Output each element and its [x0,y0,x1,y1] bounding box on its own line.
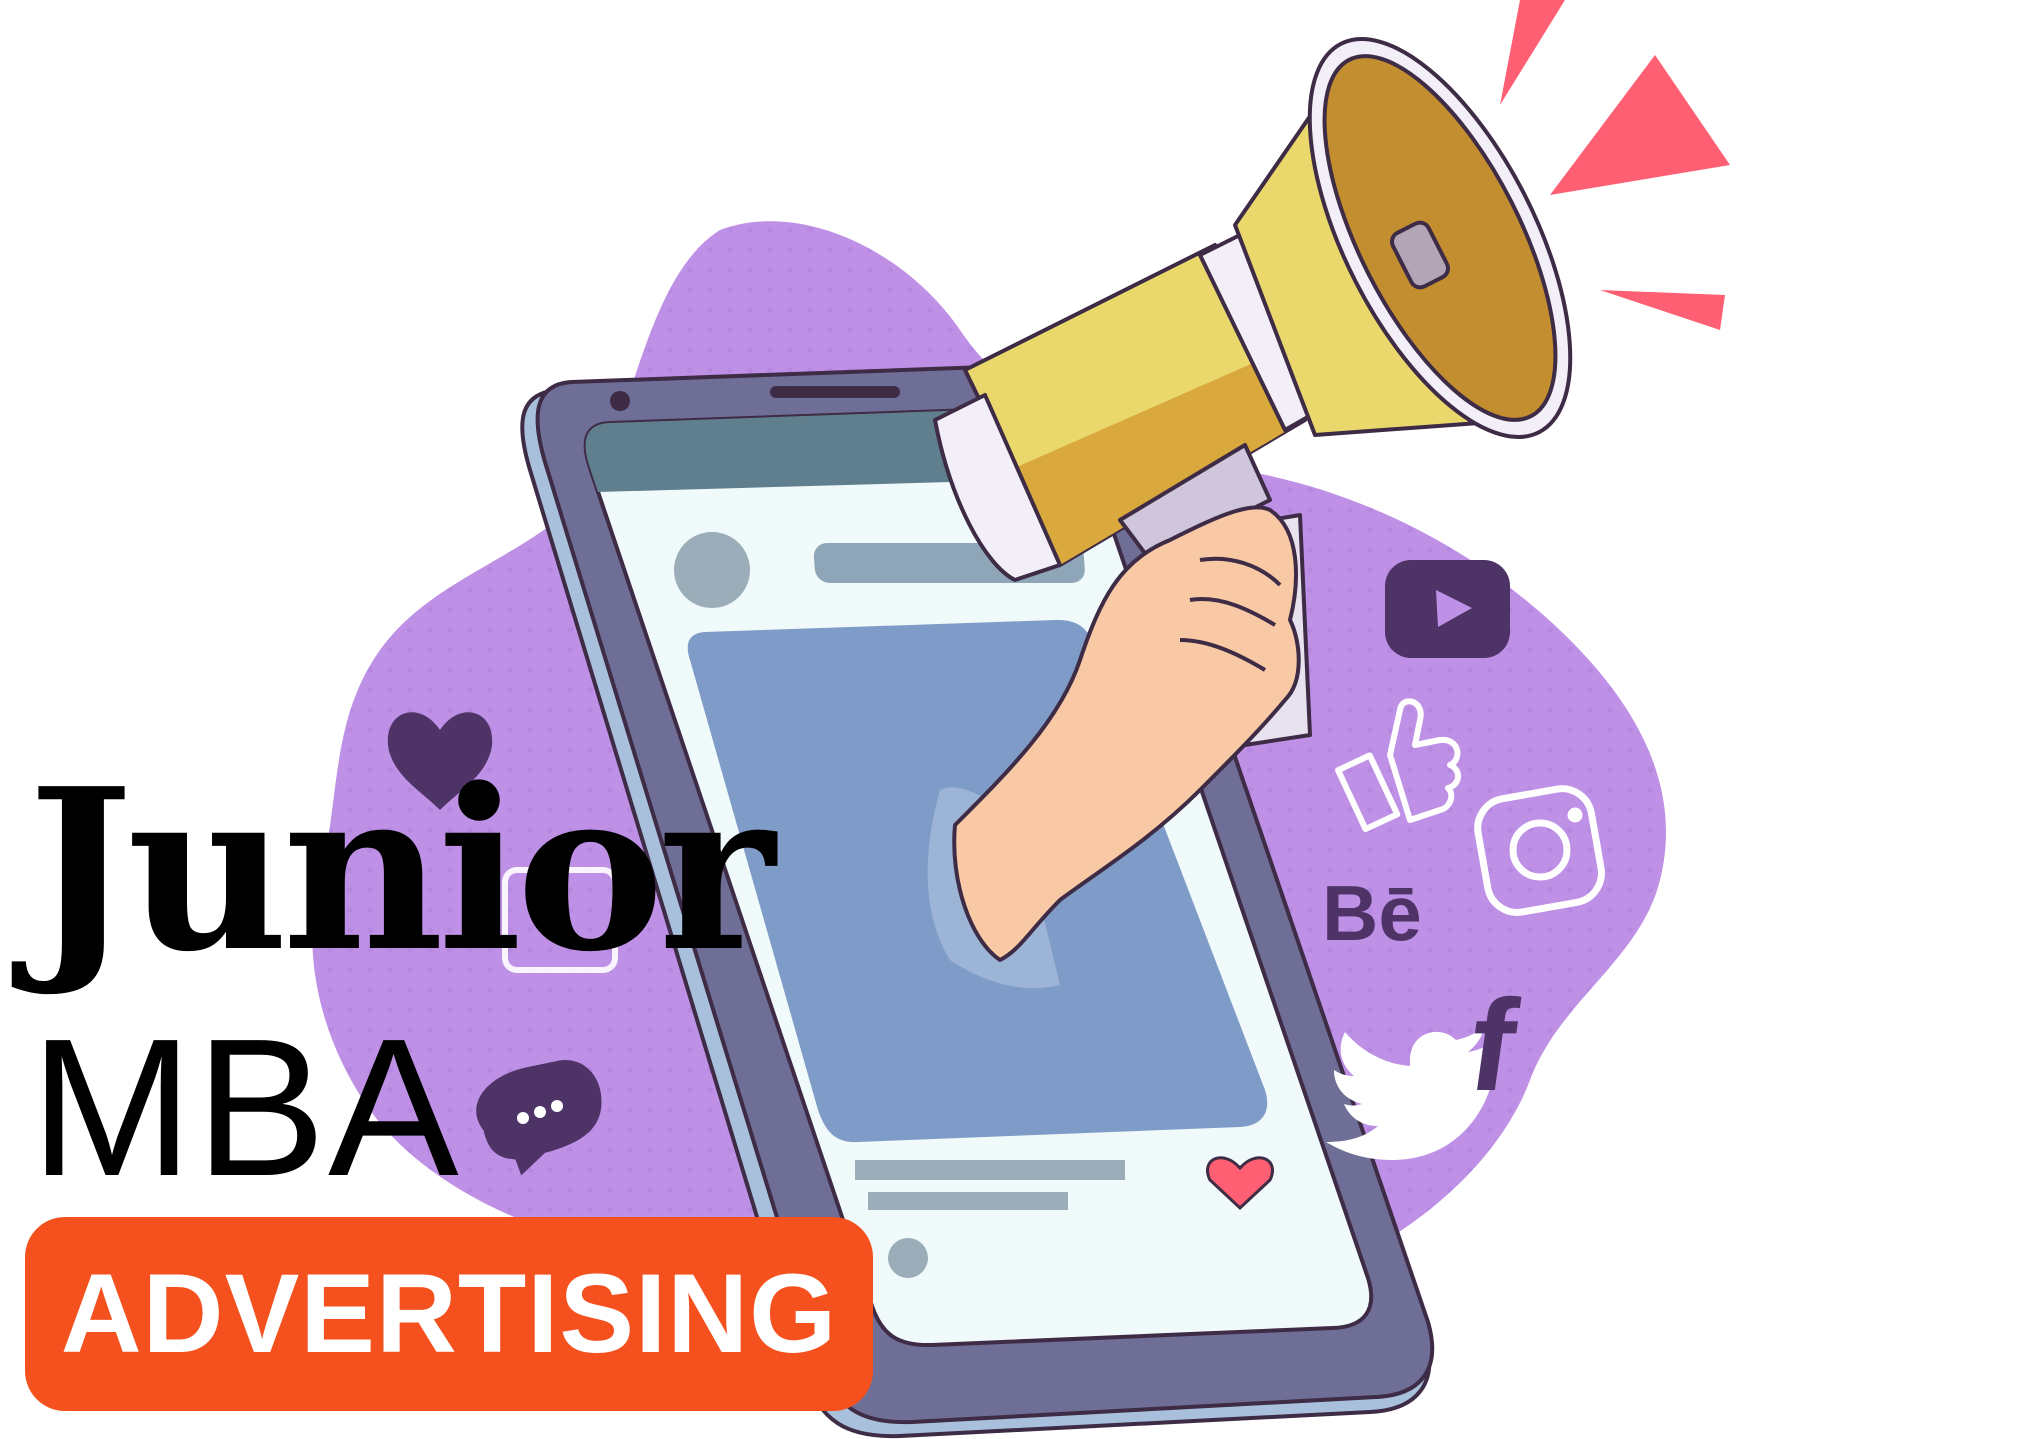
logo-junior: Junior [28,741,775,1001]
advertising-badge: ADVERTISING [25,1217,873,1411]
behance-icon: Bē [1322,869,1422,957]
logo-mba: MBA [30,998,461,1217]
youtube-icon [1385,560,1510,658]
advertising-label: ADVERTISING [60,1251,838,1376]
